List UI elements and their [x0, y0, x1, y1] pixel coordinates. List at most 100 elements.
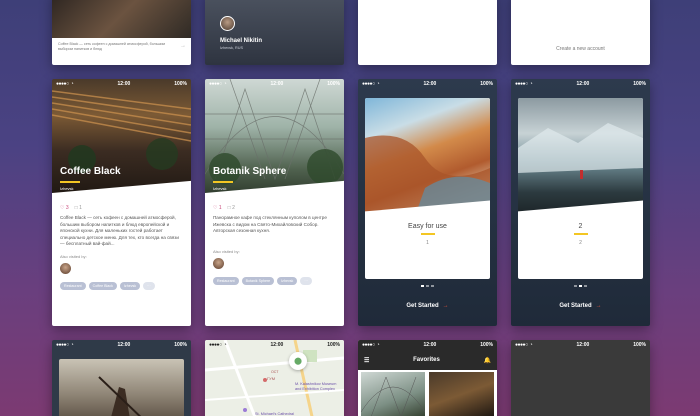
tag-city[interactable]: Izhevsk: [119, 281, 141, 290]
signal-icon: ●●●●○: [209, 342, 222, 348]
menu-icon[interactable]: ☰: [364, 357, 369, 364]
screen-favorites: ●●●●○ ◔ 12:00 100% ☰ Favorites 🔔: [358, 340, 497, 416]
screen-signup: Create a new account: [511, 0, 650, 65]
screen-botanik-detail: ●●●●○ ◔ 12:00 100% Botanik Sphere Izhevsk…: [205, 79, 344, 326]
wifi-icon: ◔: [70, 81, 74, 87]
like-button[interactable]: ♡ 3: [60, 205, 69, 211]
place-city: Izhevsk: [60, 186, 74, 191]
status-time: 12:00: [576, 342, 590, 348]
status-time: 12:00: [270, 81, 284, 87]
signal-icon: ●●●●○: [362, 81, 375, 87]
onboarding-title: Easy for use: [408, 223, 447, 230]
place-city: Izhevsk: [213, 186, 227, 191]
accent-bar: [573, 233, 588, 235]
beach-image: [365, 98, 490, 216]
battery-label: 100%: [633, 81, 646, 87]
profile-location: Izhevsk, RUS: [220, 46, 243, 50]
wifi-icon: ◔: [70, 342, 74, 348]
like-button[interactable]: ♡ 1: [213, 205, 222, 211]
wifi-icon: ◔: [223, 342, 227, 348]
status-time: 12:00: [117, 342, 131, 348]
tag-city[interactable]: Izhevsk: [277, 276, 298, 285]
signal-icon: ●●●●○: [362, 342, 375, 348]
signal-icon: ●●●●○: [515, 81, 528, 87]
tag-more[interactable]: ···: [143, 281, 155, 290]
bell-icon[interactable]: 🔔: [484, 357, 491, 364]
status-time: 12:00: [423, 81, 437, 87]
status-time: 12:00: [270, 342, 284, 348]
place-title: Coffee Black: [60, 166, 121, 177]
map-label: ОСТ: [271, 370, 279, 374]
accent-bar: [60, 181, 80, 183]
accent-bar: [420, 233, 435, 235]
onboarding-card: Easy for use 1: [365, 98, 490, 279]
tag-place[interactable]: Botanik Sphere: [241, 276, 275, 285]
wifi-icon: ◔: [529, 342, 533, 348]
page-indicator[interactable]: [511, 285, 650, 287]
map-pin-icon[interactable]: ⬤: [289, 352, 307, 370]
battery-label: 100%: [327, 342, 340, 348]
screen-onboarding-2: ●●●●○ ◔ 12:00 100% 2 2 Get Started →: [511, 79, 650, 326]
comment-button[interactable]: □ 2: [228, 205, 235, 211]
also-visited-label: Also visited by:: [60, 253, 87, 259]
botanik-hero-image: Botanik Sphere Izhevsk: [205, 79, 344, 199]
page-title: Favorites: [413, 357, 440, 363]
also-visited-label: Also visited by:: [213, 248, 240, 254]
tag-restaurant[interactable]: Restaurant: [213, 276, 239, 285]
page-indicator[interactable]: [358, 285, 497, 287]
status-time: 12:00: [117, 81, 131, 87]
coffee-snippet: Coffee Black — сеть кофеен с домашней ат…: [58, 42, 186, 51]
coffee-hero-image: Coffee Black Izhevsk: [52, 79, 191, 199]
visitor-avatar[interactable]: [60, 262, 71, 274]
profile-name: Michael Nikitin: [220, 38, 263, 44]
battery-label: 100%: [174, 342, 187, 348]
map-label: M. Kalashnikov Museum and Exhibition Com…: [295, 382, 337, 391]
tag-place[interactable]: Coffee Black: [88, 281, 117, 290]
battery-label: 100%: [480, 342, 493, 348]
wifi-icon: ◔: [529, 81, 533, 87]
glacier-image: [518, 98, 643, 216]
onboarding-step-number: 2: [579, 239, 582, 246]
screen-blank: [358, 0, 497, 65]
create-account-link[interactable]: Create a new account: [511, 46, 650, 52]
battery-label: 100%: [633, 342, 646, 348]
battery-label: 100%: [480, 81, 493, 87]
arrow-right-icon[interactable]: →: [180, 43, 186, 49]
tag-restaurant[interactable]: Restaurant: [60, 281, 86, 290]
place-title: Botanik Sphere: [213, 166, 287, 177]
onboarding-card: 2 2: [518, 98, 643, 279]
avatar[interactable]: [220, 16, 235, 31]
onboarding-step-number: 1: [426, 239, 429, 246]
signal-icon: ●●●●○: [515, 342, 528, 348]
onboarding-title: 2: [578, 223, 583, 230]
screen-onboarding-1: ●●●●○ ◔ 12:00 100% Easy for use 1 Get Sta…: [358, 79, 497, 326]
visitor-avatar[interactable]: [213, 257, 224, 269]
get-started-button[interactable]: Get Started →: [358, 303, 497, 309]
favorite-thumbnail[interactable]: [429, 372, 494, 416]
status-time: 12:00: [423, 342, 437, 348]
wifi-icon: ◔: [223, 81, 227, 87]
battery-label: 100%: [327, 81, 340, 87]
signal-icon: ●●●●○: [56, 342, 69, 348]
comment-button[interactable]: □ 1: [75, 205, 82, 211]
tag-more[interactable]: ···: [300, 276, 312, 285]
screen-coffee-detail: ●●●●○ ◔ 12:00 100% Coffee Black Izhevsk ♡…: [52, 79, 191, 326]
screen-profile: Michael Nikitin Izhevsk, RUS: [205, 0, 344, 65]
screen-coffee-list: Coffee Black — сеть кофеен с домашней ат…: [52, 0, 191, 65]
arrow-right-icon: →: [442, 303, 449, 309]
favorite-thumbnail[interactable]: [360, 372, 426, 416]
screen-map: ●●●●○ ◔ 12:00 100% ⬤ ГУМ M. Kalashnikov M…: [205, 340, 344, 416]
get-started-button[interactable]: Get Started →: [511, 303, 650, 309]
kayak-image: [59, 359, 184, 416]
map-label: St. Michael's Cathedral: [255, 412, 294, 416]
battery-label: 100%: [174, 81, 187, 87]
signal-icon: ●●●●○: [56, 81, 69, 87]
wifi-icon: ◔: [376, 81, 380, 87]
signal-icon: ●●●●○: [209, 81, 222, 87]
accent-bar: [213, 181, 233, 183]
screen-dark: ●●●●○ ◔ 12:00 100%: [511, 340, 650, 416]
wifi-icon: ◔: [376, 342, 380, 348]
status-time: 12:00: [576, 81, 590, 87]
arrow-right-icon: →: [595, 303, 602, 309]
place-description: Панорамное кафе под стеклянным куполом в…: [213, 215, 327, 233]
